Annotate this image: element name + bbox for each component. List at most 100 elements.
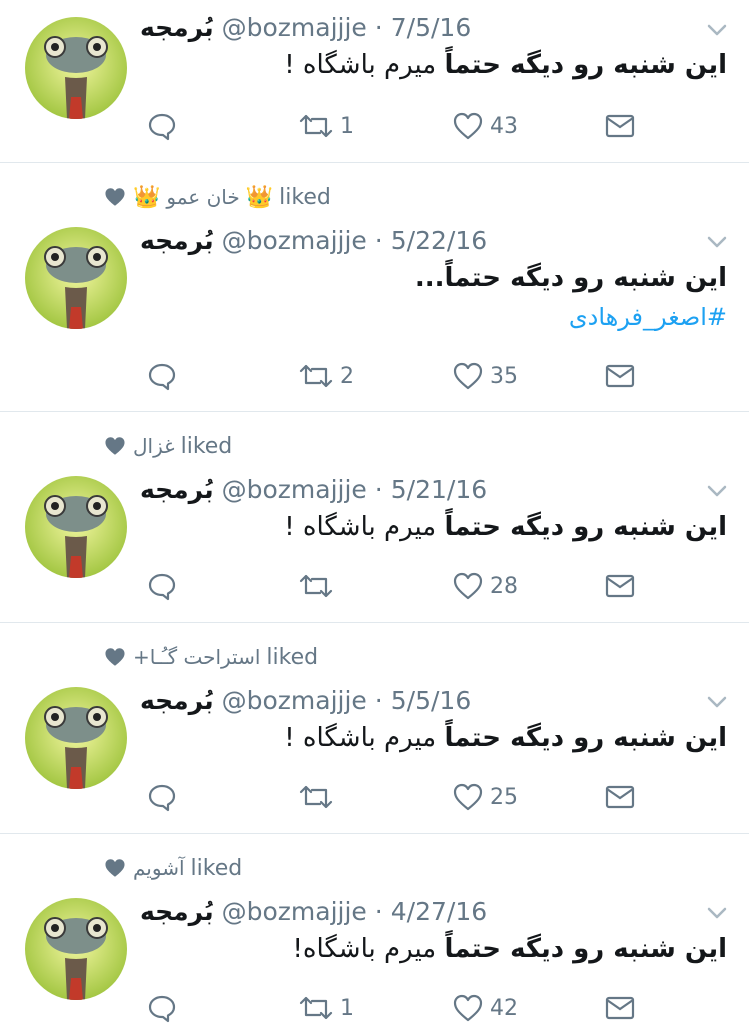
tweet-date[interactable]: 5/5/16 — [391, 686, 471, 715]
tweet-actions: 28 — [0, 566, 749, 606]
display-name[interactable]: بُرمجه — [140, 13, 214, 42]
tweet[interactable]: استراحت گـُـا+ liked بُرمجه @bozmajjje ·… — [0, 623, 749, 834]
tweet-date[interactable]: 7/5/16 — [391, 13, 471, 42]
like-button[interactable]: 43 — [452, 106, 518, 146]
reply-button[interactable] — [147, 566, 177, 606]
liked-by-name[interactable]: آشویم — [133, 856, 185, 880]
liked-heart-icon — [103, 186, 127, 208]
reply-button[interactable] — [147, 777, 177, 817]
chevron-down-icon[interactable] — [704, 900, 730, 926]
retweet-count: 1 — [340, 995, 354, 1021]
tweet-date[interactable]: 4/27/16 — [391, 897, 487, 926]
like-icon — [453, 783, 483, 811]
retweet-count: 2 — [340, 363, 354, 389]
crown-icon: 👑 — [245, 184, 274, 210]
reply-button[interactable] — [147, 988, 177, 1028]
tweet[interactable]: بُرمجه @bozmajjje · 7/5/16 این شنبه رو د… — [0, 0, 749, 163]
handle[interactable]: @bozmajjje — [222, 475, 367, 504]
tweet-date[interactable]: 5/22/16 — [391, 226, 487, 255]
like-count: 25 — [490, 784, 518, 810]
display-name[interactable]: بُرمجه — [140, 897, 214, 926]
liked-by-name[interactable]: خان عمو — [166, 185, 239, 209]
separator: · — [374, 896, 383, 926]
reply-button[interactable] — [147, 356, 177, 396]
tweet-text: این شنبه رو دیگه حتماً میرم باشگاه ! — [284, 512, 727, 542]
reply-icon — [148, 113, 176, 141]
retweet-button[interactable] — [298, 777, 340, 817]
chevron-down-icon[interactable] — [704, 478, 730, 504]
retweet-button[interactable]: 1 — [298, 106, 354, 146]
tweet-text: این شنبه رو دیگه حتماً میرم باشگاه! — [292, 934, 727, 964]
like-button[interactable]: 35 — [452, 356, 518, 396]
direct-message-button[interactable] — [604, 356, 636, 396]
liked-by-name[interactable]: غزال — [133, 434, 175, 458]
tweet-text: این شنبه رو دیگه حتماً میرم باشگاه ! — [284, 723, 727, 753]
tweet-header: بُرمجه @bozmajjje · 5/22/16 — [140, 220, 487, 260]
direct-message-icon — [605, 364, 635, 388]
handle[interactable]: @bozmajjje — [222, 897, 367, 926]
like-button[interactable]: 42 — [452, 988, 518, 1028]
handle[interactable]: @bozmajjje — [222, 686, 367, 715]
separator: · — [374, 685, 383, 715]
liked-label: liked — [279, 184, 331, 210]
avatar-image — [25, 898, 127, 1000]
retweet-icon — [299, 574, 333, 598]
handle[interactable]: @bozmajjje — [222, 226, 367, 255]
avatar[interactable] — [25, 227, 127, 329]
avatar-image — [25, 687, 127, 789]
retweet-button[interactable]: 2 — [298, 356, 354, 396]
direct-message-button[interactable] — [604, 988, 636, 1028]
avatar[interactable] — [25, 898, 127, 1000]
liked-by-name[interactable]: استراحت گـُـا+ — [133, 645, 260, 669]
tweet-text-bold: این شنبه رو دیگه حتماً... — [414, 263, 727, 293]
tweet-header: بُرمجه @bozmajjje · 5/21/16 — [140, 469, 487, 509]
chevron-down-icon[interactable] — [704, 229, 730, 255]
like-icon — [453, 994, 483, 1022]
retweet-button[interactable]: 1 — [298, 988, 354, 1028]
tweet[interactable]: غزال liked بُرمجه @bozmajjje · 5/21/16 ا… — [0, 412, 749, 623]
avatar[interactable] — [25, 476, 127, 578]
tweet[interactable]: 👑 خان عمو 👑 liked بُرمجه @bozmajjje · 5/… — [0, 163, 749, 412]
like-button[interactable]: 28 — [452, 566, 518, 606]
like-count: 28 — [490, 573, 518, 599]
avatar[interactable] — [25, 17, 127, 119]
direct-message-icon — [605, 996, 635, 1020]
like-count: 43 — [490, 113, 518, 139]
hashtag-link[interactable]: #اصغر_فرهادی — [569, 303, 727, 331]
direct-message-icon — [605, 785, 635, 809]
tweet-actions: 1 42 — [0, 988, 749, 1028]
liked-heart-icon — [103, 857, 127, 879]
retweet-button[interactable] — [298, 566, 340, 606]
direct-message-button[interactable] — [604, 777, 636, 817]
chevron-down-icon[interactable] — [704, 17, 730, 43]
tweet-text-bold: این شنبه رو دیگه حتماً — [444, 934, 727, 964]
handle[interactable]: @bozmajjje — [222, 13, 367, 42]
tweet-actions: 1 43 — [0, 106, 749, 146]
tweet[interactable]: آشویم liked بُرمجه @bozmajjje · 4/27/16 … — [0, 834, 749, 1023]
direct-message-button[interactable] — [604, 566, 636, 606]
direct-message-button[interactable] — [604, 106, 636, 146]
tweet-header: بُرمجه @bozmajjje · 5/5/16 — [140, 680, 471, 720]
tweet-header: بُرمجه @bozmajjje · 4/27/16 — [140, 891, 487, 931]
direct-message-icon — [605, 574, 635, 598]
like-count: 35 — [490, 363, 518, 389]
tweet-text-rest: میرم باشگاه ! — [284, 723, 445, 753]
chevron-down-icon[interactable] — [704, 689, 730, 715]
reply-button[interactable] — [147, 106, 177, 146]
reply-icon — [148, 573, 176, 601]
display-name[interactable]: بُرمجه — [140, 475, 214, 504]
tweet-text-bold: این شنبه رو دیگه حتماً — [444, 50, 727, 80]
display-name[interactable]: بُرمجه — [140, 686, 214, 715]
reply-icon — [148, 995, 176, 1023]
liked-heart-icon — [103, 646, 127, 668]
display-name[interactable]: بُرمجه — [140, 226, 214, 255]
tweet-text-rest: میرم باشگاه ! — [284, 50, 445, 80]
separator: · — [374, 474, 383, 504]
like-count: 42 — [490, 995, 518, 1021]
retweet-count: 1 — [340, 113, 354, 139]
tweet-date[interactable]: 5/21/16 — [391, 475, 487, 504]
tweet-actions: 2 35 — [0, 356, 749, 396]
avatar[interactable] — [25, 687, 127, 789]
direct-message-icon — [605, 114, 635, 138]
like-button[interactable]: 25 — [452, 777, 518, 817]
